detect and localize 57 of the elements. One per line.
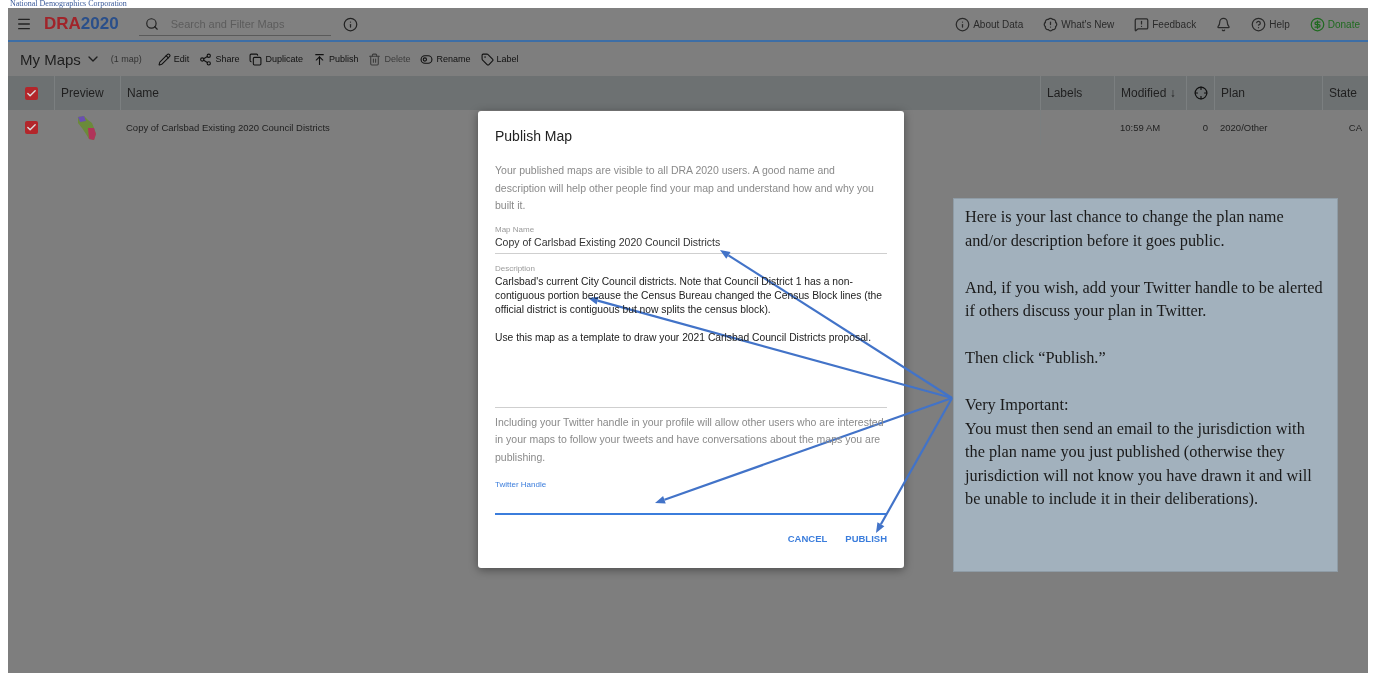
dialog-title: Publish Map — [495, 128, 574, 144]
intro-text: Your published maps are visible to all DRA 2020 users. A good name and description will help other people find your map and understand how and why you built it. — [495, 163, 875, 213]
field-label: Description — [495, 263, 536, 273]
column-header[interactable]: Plan — [1214, 76, 1322, 110]
logo[interactable]: DRA2020 — [44, 14, 119, 34]
field-label: Map Name — [495, 224, 536, 234]
modified-cell-text: 10:59 AM — [1119, 121, 1162, 135]
column-header[interactable]: Labels — [1040, 76, 1114, 110]
bell-icon — [1216, 16, 1232, 32]
notification-button[interactable] — [1216, 16, 1232, 32]
upload-icon — [312, 52, 326, 66]
map-name-field[interactable]: Copy of Carlsbad Existing 2020 Council Districts — [495, 233, 887, 254]
toolbar-action[interactable]: Edit — [157, 52, 190, 66]
toolbar-action[interactable]: Publish — [312, 52, 359, 66]
toolbar-action[interactable]: Rename — [420, 52, 471, 66]
nav-link[interactable]: About Data — [955, 16, 1024, 32]
toolbar-action[interactable]: Duplicate — [249, 52, 303, 66]
share-icon — [199, 52, 213, 66]
nav-link[interactable]: Feedback — [1134, 16, 1197, 32]
column-header[interactable]: Name — [120, 76, 1040, 110]
toolbar-action[interactable]: Label — [480, 52, 519, 66]
trash-icon — [368, 52, 382, 66]
dollar-icon — [1309, 16, 1325, 32]
count-cell-text: 0 — [1201, 121, 1209, 135]
help-icon — [1251, 16, 1267, 32]
plan-cell-text: 2020/Other — [1219, 121, 1269, 135]
row-checkbox[interactable] — [24, 121, 38, 134]
field-label: Twitter Handle — [495, 480, 548, 489]
select-all-checkbox[interactable] — [24, 86, 38, 100]
info-icon[interactable] — [342, 16, 358, 32]
target-icon[interactable] — [1193, 86, 1208, 100]
column-header[interactable]: Preview — [54, 76, 120, 110]
toolbar-action[interactable]: Share — [199, 52, 240, 66]
dialog-button[interactable]: CANCEL — [787, 533, 828, 544]
note-paragraph: Here is your last chance to change the plan name and/or description before it goes public. — [965, 206, 1285, 252]
note-paragraph: Then click “Publish.” — [965, 347, 1107, 369]
state-cell-text: CA — [1347, 121, 1363, 135]
column-header[interactable]: Modified ↓ — [1114, 76, 1186, 110]
menu-icon[interactable] — [16, 16, 32, 32]
pencil-icon — [157, 52, 171, 66]
badge-alert-icon — [1043, 16, 1059, 32]
column-header[interactable]: State — [1322, 76, 1368, 110]
info-icon — [955, 16, 971, 32]
dialog-button[interactable]: PUBLISH — [845, 533, 887, 544]
tag-icon — [480, 52, 494, 66]
note-paragraph: And, if you wish, add your Twitter handle to be alerted if others discuss your plan in Twitter. — [965, 276, 1324, 322]
copy-icon — [249, 52, 263, 66]
feedback-icon — [1134, 16, 1150, 32]
map-name: Copy of Carlsbad Existing 2020 Council Districts — [126, 122, 330, 133]
note-paragraph: Very Important: You must then send an email to the jurisdiction with the plan name you just published (otherwise they jurisdiction will not know you have drawn it and will be unable to include it in their deliberations). — [965, 394, 1313, 510]
caption: National Demographics Corporation — [9, 0, 128, 8]
my-maps-dropdown[interactable]: My Maps — [20, 50, 101, 68]
toggle-icon — [420, 52, 434, 66]
search-icon — [144, 16, 159, 31]
nav-link[interactable]: Help — [1251, 16, 1290, 32]
map-count: (1 map) — [110, 54, 142, 64]
nav-link[interactable]: What's New — [1043, 16, 1115, 32]
